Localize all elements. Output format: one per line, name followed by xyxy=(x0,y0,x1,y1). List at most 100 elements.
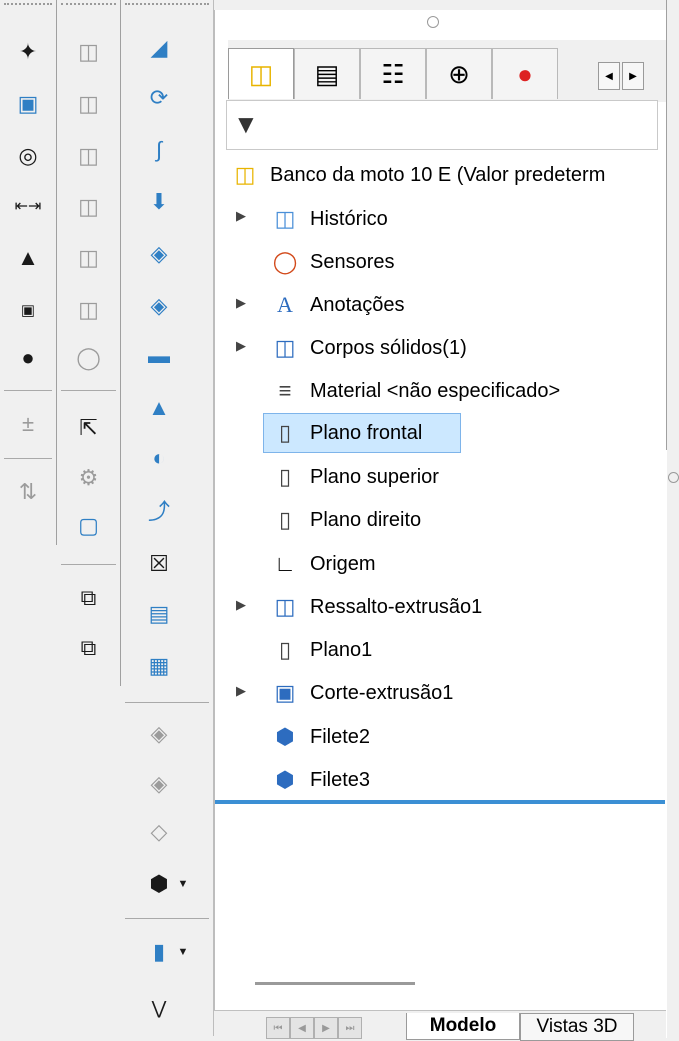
show-tolerance-icon[interactable]: ± xyxy=(10,406,46,442)
tree-item-anotacoes[interactable]: A Anotações xyxy=(268,286,405,324)
tab-scroll-left[interactable]: ◀ xyxy=(598,62,620,90)
sensors-folder-icon: ◯ xyxy=(272,249,298,274)
revolve-icon[interactable]: ⟳ xyxy=(141,80,177,116)
material-icon: ≡ xyxy=(278,378,292,403)
tree-item-corpos-solidos[interactable]: ◫ Corpos sólidos(1) xyxy=(268,329,467,367)
nav-prev-button[interactable]: ◀ xyxy=(290,1017,314,1039)
toolbar-grip[interactable] xyxy=(125,3,209,8)
tab-dimxpert-manager[interactable]: ⊕ xyxy=(426,48,492,99)
fillet-dropdown-icon[interactable]: ⬢ xyxy=(141,866,177,902)
tree-item-label: Plano superior xyxy=(310,465,439,488)
ordinate-dimension-icon[interactable]: ▣ xyxy=(10,86,46,122)
mirror-icon-1[interactable]: ◈ xyxy=(141,716,177,752)
extrude-cut-icon[interactable]: ⬇ xyxy=(141,184,177,220)
pattern-icon[interactable]: ● xyxy=(10,340,46,376)
select-tool-icon[interactable]: ⇱ xyxy=(71,410,107,446)
nav-last-button[interactable]: ⏭ xyxy=(338,1017,362,1039)
cube-icon-5[interactable]: ◫ xyxy=(71,240,107,276)
extrude-boss-icon[interactable]: ◢ xyxy=(141,30,177,66)
display-manager-icon: ● xyxy=(517,58,533,89)
toolbar-grip[interactable] xyxy=(61,3,116,8)
delete-face-icon[interactable]: ☒ xyxy=(141,546,177,582)
baseline-dimension-icon[interactable]: ◎ xyxy=(10,138,46,174)
fill-icon[interactable]: ▲ xyxy=(141,390,177,426)
right-edge-scroll-arrow[interactable] xyxy=(668,472,679,483)
reference-geometry-arrow[interactable]: ▼ xyxy=(175,934,191,970)
cube-icon-4[interactable]: ◫ xyxy=(71,189,107,225)
tree-item-label: Filete3 xyxy=(310,768,371,791)
manager-tabs: ◫ ▤ ☷ ⊕ ● ◀ ▶ xyxy=(228,40,668,102)
tree-item-label: Anotações xyxy=(310,293,405,316)
bend-icon[interactable]: ⤴ xyxy=(141,494,177,530)
solid-bodies-folder-icon: ◫ xyxy=(274,335,296,360)
tree-item-filete3[interactable]: ⬢ Filete3 xyxy=(268,761,370,799)
smart-dimension-icon[interactable]: ✦ xyxy=(10,34,46,70)
cube-icon-1[interactable]: ◫ xyxy=(71,34,107,70)
tree-root[interactable]: ◫ Banco da moto 10 E (Valor predeterm xyxy=(228,156,606,194)
thicken-icon[interactable]: ▤ xyxy=(141,596,177,632)
mirror-icon-3[interactable]: ◇ xyxy=(141,814,177,850)
paste-icon[interactable]: ⧉ xyxy=(71,630,107,666)
tree-item-corte-extrusao1[interactable]: ▣ Corte-extrusão1 xyxy=(268,674,454,712)
datum-icon[interactable]: ▲ xyxy=(10,240,46,276)
feature-manager-icon: ◫ xyxy=(248,58,274,89)
tree-item-origem[interactable]: ∟ Origem xyxy=(268,545,376,583)
splitter-handle[interactable] xyxy=(427,16,439,28)
plane-surface-icon[interactable]: ▬ xyxy=(141,338,177,374)
tab-vistas-3d[interactable]: Vistas 3D xyxy=(520,1013,634,1041)
display-icon[interactable]: ▢ xyxy=(71,508,107,544)
chain-dimension-icon[interactable]: ⇤⇥ xyxy=(10,189,46,225)
expand-arrow[interactable]: ▶ xyxy=(236,295,246,311)
reference-geometry-icon[interactable]: ▮ xyxy=(141,934,177,970)
tab-modelo[interactable]: Modelo xyxy=(406,1013,520,1040)
tree-item-filete2[interactable]: ⬢ Filete2 xyxy=(268,718,370,756)
shell-icon[interactable]: ◐ xyxy=(141,440,177,476)
mirror-icon-2[interactable]: ◈ xyxy=(141,766,177,802)
sweep-icon[interactable]: ∫ xyxy=(141,132,177,168)
copy-icon[interactable]: ⧉ xyxy=(71,580,107,616)
more-chevron-icon[interactable]: ⋁ xyxy=(141,990,177,1026)
panel-scroll-thumb[interactable] xyxy=(255,982,415,985)
tree-item-label: Histórico xyxy=(310,207,388,230)
tab-configuration-manager[interactable]: ☷ xyxy=(360,48,426,99)
tree-item-label: Material <não especificado> xyxy=(310,379,561,402)
toolbar-separator xyxy=(61,390,116,391)
panel-bottom-line xyxy=(215,800,665,804)
toolbar-column-features: ◢ ⟳ ∫ ⬇ ◈ ◈ ▬ ▲ ◐ ⤴ ☒ ▤ ▦ ◈ ◈ ◇ ⬢ ▼ ▮ ▼ … xyxy=(121,0,214,1036)
expand-arrow[interactable]: ▶ xyxy=(236,338,246,354)
auto-dimension-icon[interactable]: ⇅ xyxy=(10,474,46,510)
fillet-dropdown-arrow[interactable]: ▼ xyxy=(175,866,191,902)
cube-icon-6[interactable]: ◫ xyxy=(71,292,107,328)
tree-item-label: Origem xyxy=(310,552,376,575)
cube-icon-3[interactable]: ◫ xyxy=(71,138,107,174)
expand-arrow[interactable]: ▶ xyxy=(236,683,246,699)
tree-item-plano-superior[interactable]: ▯ Plano superior xyxy=(268,458,439,496)
tree-item-label: Plano1 xyxy=(310,638,373,661)
tree-item-plano-frontal[interactable]: ▯ Plano frontal xyxy=(263,413,461,453)
filter-icon[interactable]: ▼ xyxy=(233,109,259,140)
nav-next-button[interactable]: ▶ xyxy=(314,1017,338,1039)
cube-icon-2[interactable]: ◫ xyxy=(71,86,107,122)
tolerance-icon[interactable]: ▣ xyxy=(10,292,46,328)
tab-display-manager[interactable]: ● xyxy=(492,48,558,99)
tab-property-manager[interactable]: ▤ xyxy=(294,48,360,99)
cube-icon-7[interactable]: ◯ xyxy=(71,340,107,376)
tree-item-historico[interactable]: ◫ Histórico xyxy=(268,200,388,238)
toolbar-grip[interactable] xyxy=(4,3,52,8)
nav-first-button[interactable]: ⏮ xyxy=(266,1017,290,1039)
origin-icon: ∟ xyxy=(274,551,296,576)
tab-scroll-right[interactable]: ▶ xyxy=(622,62,644,90)
tree-item-sensores[interactable]: ◯ Sensores xyxy=(268,243,395,281)
tree-item-ressalto-extrusao1[interactable]: ◫ Ressalto-extrusão1 xyxy=(268,588,483,626)
knit-icon[interactable]: ▦ xyxy=(141,648,177,684)
loft-icon[interactable]: ◈ xyxy=(141,236,177,272)
expand-arrow[interactable]: ▶ xyxy=(236,597,246,613)
filter-bar[interactable]: ▼ xyxy=(226,100,658,150)
wrench-icon[interactable]: ⚙ xyxy=(71,460,107,496)
tree-item-material[interactable]: ≡ Material <não especificado> xyxy=(268,372,561,410)
tree-item-plano1[interactable]: ▯ Plano1 xyxy=(268,631,372,669)
expand-arrow[interactable]: ▶ xyxy=(236,208,246,224)
tab-feature-manager[interactable]: ◫ xyxy=(228,48,294,99)
tree-item-plano-direito[interactable]: ▯ Plano direito xyxy=(268,501,421,539)
surface-icon[interactable]: ◈ xyxy=(141,288,177,324)
